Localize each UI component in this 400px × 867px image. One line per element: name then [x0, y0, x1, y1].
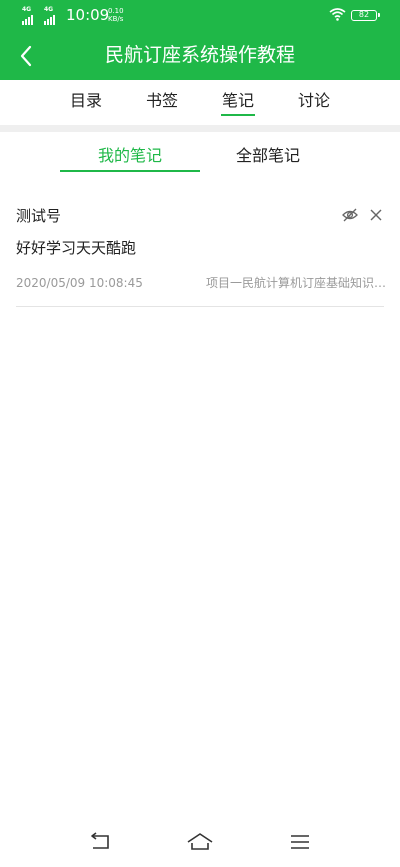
screen: 4G 4G 10:09 0.10 KB/s 82 民航订座系统操作教程 目录 书… [0, 0, 400, 867]
note-timestamp: 2020/05/09 10:08:45 [16, 276, 143, 290]
page-title: 民航订座系统操作教程 [104, 44, 295, 66]
eye-off-icon[interactable] [341, 207, 359, 223]
menu-nav-icon[interactable] [285, 830, 315, 854]
tab-discussion[interactable]: 讨论 [297, 90, 331, 112]
close-icon[interactable] [368, 207, 384, 223]
clock: 10:09 [66, 6, 110, 24]
tab-bookmarks[interactable]: 书签 [145, 90, 179, 112]
tab-notes[interactable]: 笔记 [221, 90, 255, 116]
network-speed-value: 0.10 [108, 7, 124, 15]
note-author: 测试号 [16, 207, 62, 225]
system-nav-bar [0, 822, 400, 867]
tab-contents[interactable]: 目录 [69, 90, 103, 112]
note-content: 好好学习天天酷跑 [16, 239, 137, 257]
network-speed-unit: KB/s [108, 15, 124, 23]
signal-1-label: 4G [22, 6, 32, 13]
section-divider [0, 125, 400, 132]
app-header: 4G 4G 10:09 0.10 KB/s 82 民航订座系统操作教程 [0, 0, 400, 80]
signal-bars-icon [22, 15, 33, 25]
subtab-indicator [60, 170, 200, 172]
network-speed: 0.10 KB/s [108, 7, 124, 23]
wifi-icon [329, 8, 346, 21]
signal-2-label: 4G [44, 6, 54, 13]
note-divider [16, 306, 384, 307]
subtab-my-notes[interactable]: 我的笔记 [98, 146, 162, 166]
signal-bars-icon [44, 15, 55, 25]
back-nav-icon[interactable] [86, 830, 116, 854]
content-tabs: 目录 书签 笔记 讨论 [0, 80, 400, 125]
battery-icon: 82 [351, 10, 380, 21]
home-nav-icon[interactable] [185, 830, 215, 854]
signal-strength-1: 4G [22, 6, 33, 25]
signal-strength-2: 4G [44, 6, 55, 25]
note-source-chapter[interactable]: 项目一民航计算机订座基础知识… [200, 275, 386, 291]
status-bar: 4G 4G 10:09 0.10 KB/s 82 [0, 0, 400, 30]
subtab-all-notes[interactable]: 全部笔记 [236, 146, 300, 166]
